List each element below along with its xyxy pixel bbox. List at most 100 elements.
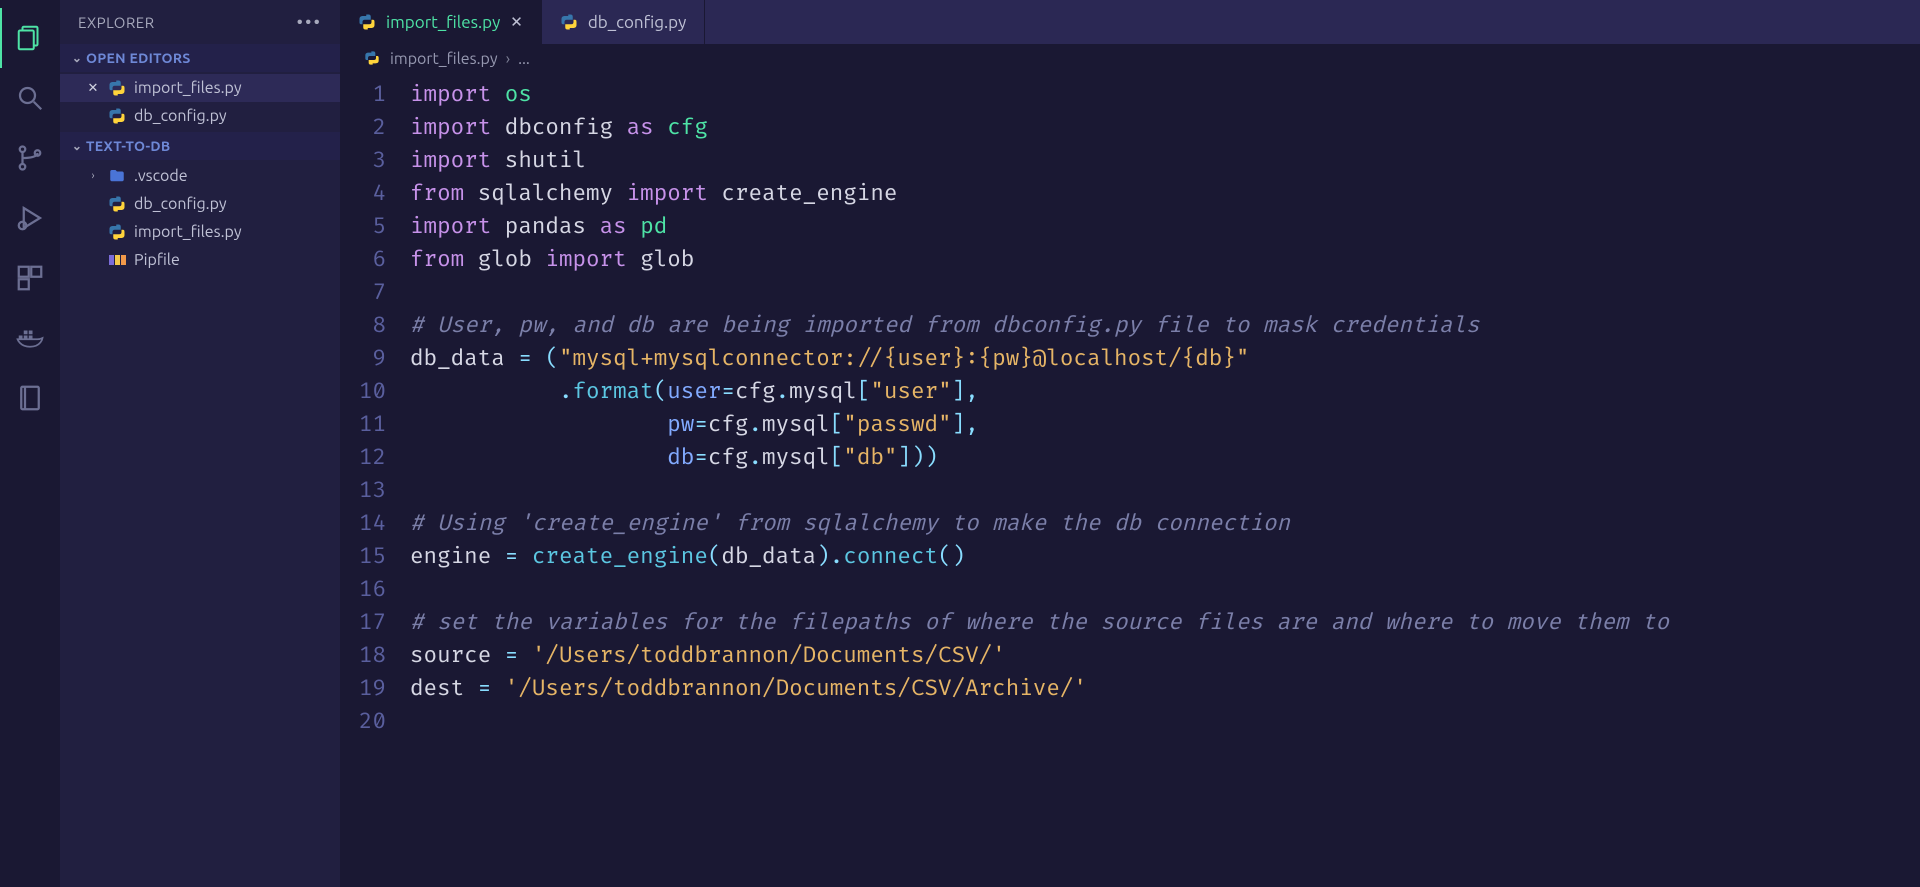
line-number: 19: [340, 672, 386, 705]
line-number: 9: [340, 342, 386, 375]
open-editors-header[interactable]: ⌄ OPEN EDITORS: [60, 44, 340, 72]
file-name: db_config.py: [134, 195, 227, 213]
explorer-header: EXPLORER •••: [60, 0, 340, 44]
tree-file[interactable]: import_files.py: [60, 218, 340, 246]
code-line[interactable]: source = '/Users/toddbrannon/Documents/C…: [410, 639, 1920, 672]
activity-search[interactable]: [0, 68, 60, 128]
file-name: Pipfile: [134, 251, 180, 269]
open-editor-item[interactable]: ✕ import_files.py: [60, 74, 340, 102]
tree-file[interactable]: db_config.py: [60, 190, 340, 218]
code-line[interactable]: db_data = ("mysql+mysqlconnector://{user…: [410, 342, 1920, 375]
file-name: db_config.py: [134, 107, 227, 125]
python-icon: [560, 13, 578, 31]
line-number: 10: [340, 375, 386, 408]
line-number: 13: [340, 474, 386, 507]
line-number: 7: [340, 276, 386, 309]
breadcrumb[interactable]: import_files.py › ...: [340, 44, 1920, 74]
code-line[interactable]: .format(user=cfg.mysql["user"],: [410, 375, 1920, 408]
code-line[interactable]: dest = '/Users/toddbrannon/Documents/CSV…: [410, 672, 1920, 705]
run-debug-icon: [15, 203, 45, 233]
tree-file[interactable]: Pipfile: [60, 246, 340, 274]
line-number: 8: [340, 309, 386, 342]
file-name: import_files.py: [134, 223, 242, 241]
python-icon: [108, 79, 126, 97]
chevron-down-icon: ⌄: [68, 51, 86, 65]
tab-db-config[interactable]: db_config.py: [542, 0, 705, 44]
line-number: 14: [340, 507, 386, 540]
more-icon[interactable]: •••: [297, 12, 322, 32]
python-icon: [108, 223, 126, 241]
code-content[interactable]: import osimport dbconfig as cfgimport sh…: [410, 74, 1920, 887]
project-label: TEXT-TO-DB: [86, 138, 170, 154]
code-line[interactable]: import os: [410, 78, 1920, 111]
code-line[interactable]: [410, 474, 1920, 507]
explorer-title: EXPLORER: [78, 14, 155, 31]
code-line[interactable]: db=cfg.mysql["db"])): [410, 441, 1920, 474]
code-line[interactable]: import shutil: [410, 144, 1920, 177]
line-number: 11: [340, 408, 386, 441]
breadcrumb-file: import_files.py: [390, 50, 498, 68]
search-icon: [15, 83, 45, 113]
activity-docker[interactable]: [0, 308, 60, 368]
folder-icon: [108, 167, 126, 185]
editor-area: import_files.py ✕ db_config.py import_fi…: [340, 0, 1920, 887]
tab-label: db_config.py: [588, 13, 686, 32]
activity-scm[interactable]: [0, 128, 60, 188]
code-line[interactable]: # Using 'create_engine' from sqlalchemy …: [410, 507, 1920, 540]
notebook-icon: [15, 383, 45, 413]
code-line[interactable]: engine = create_engine(db_data).connect(…: [410, 540, 1920, 573]
editor-tabs: import_files.py ✕ db_config.py: [340, 0, 1920, 44]
code-line[interactable]: [410, 705, 1920, 738]
python-icon: [358, 13, 376, 31]
line-number: 17: [340, 606, 386, 639]
open-editors-list: ✕ import_files.py db_config.py: [60, 72, 340, 132]
project-header[interactable]: ⌄ TEXT-TO-DB: [60, 132, 340, 160]
code-line[interactable]: # set the variables for the filepaths of…: [410, 606, 1920, 639]
activity-explorer[interactable]: [0, 8, 60, 68]
line-number: 3: [340, 144, 386, 177]
code-line[interactable]: import dbconfig as cfg: [410, 111, 1920, 144]
extensions-icon: [15, 263, 45, 293]
tree-folder[interactable]: › .vscode: [60, 162, 340, 190]
tab-import-files[interactable]: import_files.py ✕: [340, 0, 542, 44]
code-editor[interactable]: 1234567891011121314151617181920 import o…: [340, 74, 1920, 887]
activity-bar: [0, 0, 60, 887]
line-number: 20: [340, 705, 386, 738]
docker-icon: [15, 323, 45, 353]
code-line[interactable]: [410, 276, 1920, 309]
explorer-sidebar: EXPLORER ••• ⌄ OPEN EDITORS ✕ import_fil…: [60, 0, 340, 887]
close-icon[interactable]: ✕: [510, 13, 523, 31]
code-line[interactable]: from sqlalchemy import create_engine: [410, 177, 1920, 210]
chevron-right-icon: ›: [506, 50, 511, 68]
open-editors-label: OPEN EDITORS: [86, 50, 191, 66]
tab-label: import_files.py: [386, 13, 500, 32]
activity-notebook[interactable]: [0, 368, 60, 428]
line-number: 18: [340, 639, 386, 672]
code-line[interactable]: from glob import glob: [410, 243, 1920, 276]
line-number: 16: [340, 573, 386, 606]
chevron-down-icon: ⌄: [68, 139, 86, 153]
line-number: 2: [340, 111, 386, 144]
line-gutter: 1234567891011121314151617181920: [340, 74, 410, 887]
branch-icon: [15, 143, 45, 173]
python-icon: [108, 195, 126, 213]
code-line[interactable]: import pandas as pd: [410, 210, 1920, 243]
line-number: 12: [340, 441, 386, 474]
project-tree: › .vscode db_config.py import_files.py P…: [60, 160, 340, 276]
code-line[interactable]: pw=cfg.mysql["passwd"],: [410, 408, 1920, 441]
open-editor-item[interactable]: db_config.py: [60, 102, 340, 130]
activity-extensions[interactable]: [0, 248, 60, 308]
code-line[interactable]: # User, pw, and db are being imported fr…: [410, 309, 1920, 342]
files-icon: [15, 23, 45, 53]
close-icon[interactable]: ✕: [86, 81, 100, 96]
activity-run[interactable]: [0, 188, 60, 248]
chevron-right-icon: ›: [86, 170, 100, 182]
line-number: 1: [340, 78, 386, 111]
line-number: 6: [340, 243, 386, 276]
line-number: 5: [340, 210, 386, 243]
code-line[interactable]: [410, 573, 1920, 606]
python-icon: [108, 107, 126, 125]
folder-name: .vscode: [134, 167, 188, 185]
line-number: 4: [340, 177, 386, 210]
file-name: import_files.py: [134, 79, 242, 97]
